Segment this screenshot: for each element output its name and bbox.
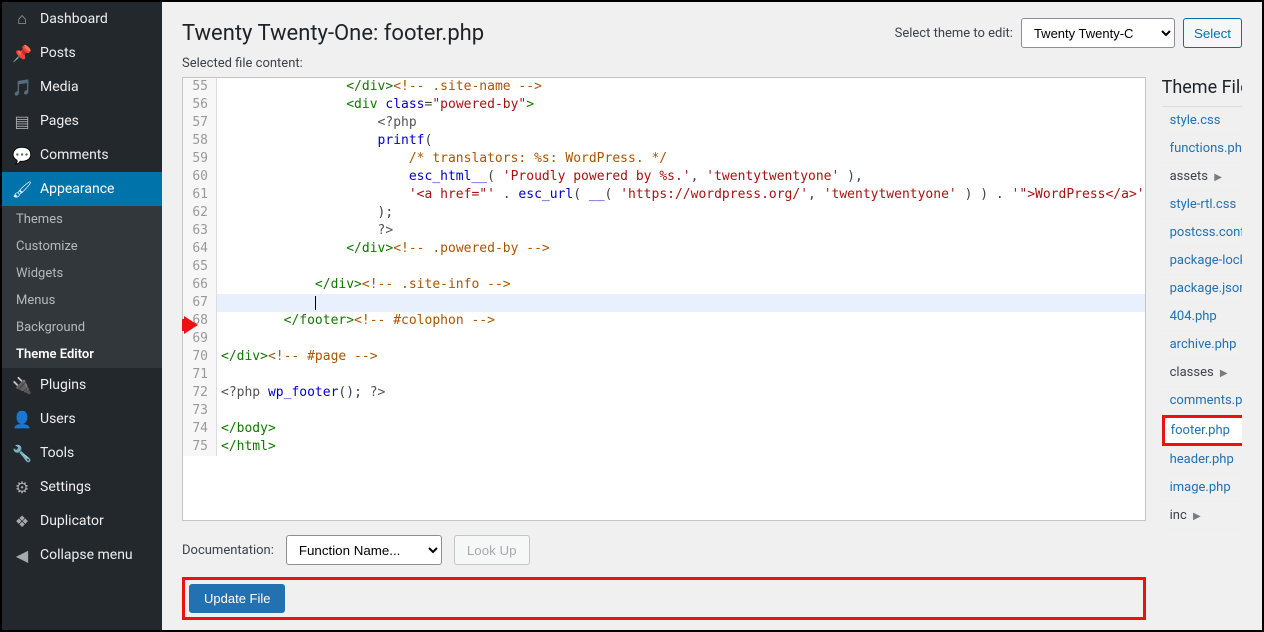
sidebar-item-settings[interactable]: ⚙ Settings [2,470,162,504]
plugin-icon: 🔌 [12,375,32,395]
code-line[interactable]: 59 /* translators: %s: WordPress. */ [183,150,1145,168]
sidebar-item-dashboard[interactable]: ⌂ Dashboard [2,2,162,36]
file-image[interactable]: image.php [1162,474,1242,502]
code-line[interactable]: 73 [183,402,1145,420]
brush-icon: 🖌 [12,179,32,199]
code-line[interactable]: 71 [183,366,1145,384]
sidebar-label: Duplicator [40,513,104,529]
caret-right-icon: ▶ [1214,172,1222,183]
main-content: Twenty Twenty-One: footer.php Select the… [162,2,1262,630]
subitem-customize[interactable]: Customize [2,233,162,260]
lookup-button[interactable]: Look Up [454,535,530,565]
theme-files-title: Theme Files [1162,77,1242,98]
file-postcss[interactable]: postcss.config.js [1162,219,1242,247]
subitem-menus[interactable]: Menus [2,287,162,314]
caret-right-icon: ▶ [1193,511,1201,522]
sidebar-label: Settings [40,479,91,495]
pages-icon: ▤ [12,111,32,131]
code-line[interactable]: 60 esc_html__( 'Proudly powered by %s.',… [183,168,1145,186]
file-package-json[interactable]: package.json [1162,275,1242,303]
sidebar-label: Comments [40,147,109,163]
file-archive[interactable]: archive.php [1162,331,1242,359]
sidebar-item-duplicator[interactable]: ❖ Duplicator [2,504,162,538]
code-line[interactable]: 72<?php wp_footer(); ?> [183,384,1145,402]
sidebar-label: Collapse menu [40,547,133,563]
file-footer-current[interactable]: footer.php [1162,415,1242,446]
file-style-css[interactable]: style.css [1162,107,1242,135]
code-line[interactable]: 63 ?> [183,222,1145,240]
page-title: Twenty Twenty-One: footer.php [182,21,484,46]
code-editor[interactable]: 55 </div><!-- .site-name -->56 <div clas… [182,77,1146,521]
select-button[interactable]: Select [1183,18,1242,48]
tools-icon: 🔧 [12,443,32,463]
sidebar-item-comments[interactable]: 💬 Comments [2,138,162,172]
subitem-theme-editor[interactable]: Theme Editor [2,341,162,368]
documentation-label: Documentation: [182,543,274,558]
sidebar-label: Users [40,411,76,427]
subitem-widgets[interactable]: Widgets [2,260,162,287]
folder-classes[interactable]: classes ▶ [1162,359,1242,387]
comments-icon: 💬 [12,145,32,165]
sidebar-item-media[interactable]: 🎵 Media [2,70,162,104]
users-icon: 👤 [12,409,32,429]
theme-select[interactable]: Twenty Twenty-C [1021,18,1175,48]
sidebar-item-collapse[interactable]: ◀ Collapse menu [2,538,162,572]
code-line[interactable]: 55 </div><!-- .site-name --> [183,78,1145,96]
code-line[interactable]: 69 [183,330,1145,348]
code-line[interactable]: 66 </div><!-- .site-info --> [183,276,1145,294]
sidebar-item-plugins[interactable]: 🔌 Plugins [2,368,162,402]
file-404[interactable]: 404.php [1162,303,1242,331]
code-line[interactable]: 62 ); [183,204,1145,222]
caret-right-icon: ▶ [1220,368,1228,379]
update-highlight: Update File [182,577,1146,620]
sidebar-item-appearance[interactable]: 🖌 Appearance [2,172,162,206]
file-package-lock[interactable]: package-lock.json [1162,247,1242,275]
arrow-annotation-icon [182,316,198,334]
code-line[interactable]: 74</body> [183,420,1145,438]
code-line[interactable]: 61 '<a href="' . esc_url( __( 'https://w… [183,186,1145,204]
dashboard-icon: ⌂ [12,9,32,29]
sidebar-label: Media [40,79,79,95]
sidebar-item-users[interactable]: 👤 Users [2,402,162,436]
pin-icon: 📌 [12,43,32,63]
code-line[interactable]: 56 <div class="powered-by"> [183,96,1145,114]
settings-icon: ⚙ [12,477,32,497]
sidebar-label: Plugins [40,377,86,393]
update-file-button[interactable]: Update File [189,584,285,613]
file-style-rtl[interactable]: style-rtl.css [1162,191,1242,219]
selected-file-label: Selected file content: [182,56,1242,71]
collapse-icon: ◀ [12,545,32,565]
theme-file-list: style.css functions.php assets ▶ style-r… [1162,106,1242,620]
duplicator-icon: ❖ [12,511,32,531]
subitem-themes[interactable]: Themes [2,206,162,233]
sidebar-item-pages[interactable]: ▤ Pages [2,104,162,138]
select-theme-label: Select theme to edit: [895,26,1013,41]
sidebar-item-tools[interactable]: 🔧 Tools [2,436,162,470]
sidebar-label: Pages [40,113,79,129]
subitem-background[interactable]: Background [2,314,162,341]
file-header[interactable]: header.php [1162,446,1242,474]
code-line[interactable]: 64 </div><!-- .powered-by --> [183,240,1145,258]
sidebar-label: Tools [40,445,74,461]
code-line[interactable]: 65 [183,258,1145,276]
file-comments[interactable]: comments.php [1162,387,1242,415]
code-line[interactable]: 57 <?php [183,114,1145,132]
code-line[interactable]: 70</div><!-- #page --> [183,348,1145,366]
folder-inc[interactable]: inc ▶ [1162,502,1242,530]
sidebar-item-posts[interactable]: 📌 Posts [2,36,162,70]
file-functions-php[interactable]: functions.php [1162,135,1242,163]
sidebar-label: Dashboard [40,11,108,27]
sidebar-label: Posts [40,45,76,61]
folder-assets[interactable]: assets ▶ [1162,163,1242,191]
admin-sidebar: ⌂ Dashboard 📌 Posts 🎵 Media ▤ Pages 💬 Comment… [2,2,162,630]
media-icon: 🎵 [12,77,32,97]
code-line[interactable]: 75</html> [183,438,1145,456]
appearance-submenu: Themes Customize Widgets Menus Backgroun… [2,206,162,368]
code-line[interactable]: 68 </footer><!-- #colophon --> [183,312,1145,330]
code-line[interactable]: 67 [183,294,1145,312]
code-line[interactable]: 58 printf( [183,132,1145,150]
sidebar-label: Appearance [40,181,114,197]
documentation-select[interactable]: Function Name... [286,535,442,565]
